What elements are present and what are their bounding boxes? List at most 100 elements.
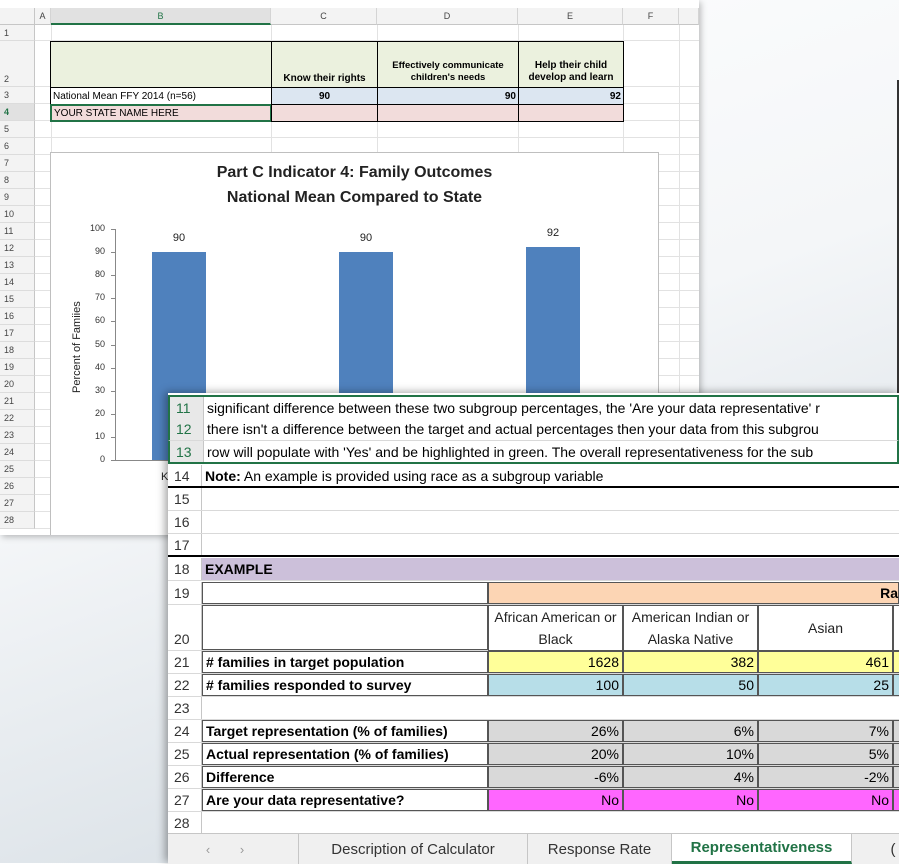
tab-next-partial[interactable]: ( [883,834,899,864]
tab-scroll-left-icon[interactable]: ‹ [198,834,218,864]
header-african-american[interactable]: African American or Black [488,605,623,651]
row-header-11[interactable]: 11 [170,397,204,418]
row-label[interactable]: Target representation (% of families) [202,720,488,742]
row4-value-e[interactable] [518,104,624,122]
value-cell[interactable]: No [623,789,758,811]
row-header-25[interactable]: 25 [168,743,202,765]
row-header-20[interactable]: 20 [0,376,35,393]
instruction-line-12[interactable]: there isn't a difference between the tar… [207,418,819,440]
value-cell[interactable]: 50 [623,674,758,696]
column-header-c[interactable]: C [271,8,377,25]
row-header-16[interactable]: 16 [0,308,35,325]
row-label[interactable]: # families responded to survey [202,674,488,696]
header-know-rights[interactable]: Know their rights [271,41,378,88]
row3-value-c[interactable]: 90 [271,87,378,105]
note-line[interactable]: Note: An example is provided using race … [205,465,603,486]
row3-value-d[interactable]: 90 [377,87,519,105]
row-header-25[interactable]: 25 [0,461,35,478]
column-header-a[interactable]: A [35,8,51,25]
row-header-2[interactable]: 2 [0,41,35,87]
value-cell[interactable]: 4% [623,766,758,788]
column-header-d[interactable]: D [377,8,518,25]
row-header-27[interactable]: 27 [0,495,35,512]
row-label[interactable]: Are your data representative? [202,789,488,811]
value-cell[interactable]: 7% [758,720,893,742]
row-header-15[interactable]: 15 [168,488,202,510]
header-american-indian[interactable]: American Indian or Alaska Native [623,605,758,651]
row-header-27[interactable]: 27 [168,789,202,811]
header-develop-learn[interactable]: Help their child develop and learn [518,41,624,88]
value-cell[interactable]: 25 [758,674,893,696]
value-cell[interactable]: 20% [488,743,623,765]
select-all-corner[interactable] [0,8,35,25]
value-cell[interactable]: No [758,789,893,811]
value-cell[interactable]: 461 [758,651,893,673]
tab-description-of-calculator[interactable]: Description of Calculator [298,834,528,864]
row3-value-e[interactable]: 92 [518,87,624,105]
row-header-17[interactable]: 17 [168,534,202,555]
row-label[interactable]: # families in target population [202,651,488,673]
example-band[interactable]: EXAMPLE [202,558,899,580]
tab-response-rate[interactable]: Response Rate [528,834,672,864]
row-header-20[interactable]: 20 [168,605,202,650]
row-header-11[interactable]: 11 [0,223,35,240]
row4-value-c[interactable] [271,104,378,122]
row-header-12[interactable]: 12 [0,240,35,257]
row-header-15[interactable]: 15 [0,291,35,308]
row-header-19[interactable]: 19 [168,582,202,604]
row-header-1[interactable]: 1 [0,25,35,41]
row-header-16[interactable]: 16 [168,511,202,533]
row-header-10[interactable]: 10 [0,206,35,223]
value-cell[interactable]: -6% [488,766,623,788]
row-header-3[interactable]: 3 [0,87,35,104]
value-cell[interactable]: 382 [623,651,758,673]
instruction-line-11[interactable]: significant difference between these two… [207,397,820,418]
value-cell-partial[interactable] [893,766,899,788]
column-header-f[interactable]: F [623,8,679,25]
row-header-24[interactable]: 24 [0,444,35,461]
row-header-8[interactable]: 8 [0,172,35,189]
row-header-22[interactable]: 22 [0,410,35,427]
label-cell-20[interactable] [202,605,488,650]
row-header-14[interactable]: 14 [0,274,35,291]
row-header-19[interactable]: 19 [0,359,35,376]
row3-label[interactable]: National Mean FFY 2014 (n=56) [50,87,272,105]
row-header-21[interactable]: 21 [168,651,202,673]
row-label[interactable]: Actual representation (% of families) [202,743,488,765]
value-cell-partial[interactable] [893,720,899,742]
row-header-12[interactable]: 12 [170,418,204,440]
row-header-26[interactable]: 26 [0,478,35,495]
value-cell[interactable]: 6% [623,720,758,742]
row-header-4[interactable]: 4 [0,104,35,121]
row-header-23[interactable]: 23 [0,427,35,444]
row-header-14[interactable]: 14 [168,465,202,486]
row-header-9[interactable]: 9 [0,189,35,206]
header-communicate[interactable]: Effectively communicate children's needs [377,41,519,88]
row-header-13[interactable]: 13 [170,441,204,462]
row-header-5[interactable]: 5 [0,121,35,138]
value-cell[interactable]: No [488,789,623,811]
tab-representativeness[interactable]: Representativeness [672,834,852,864]
row-header-13[interactable]: 13 [0,257,35,274]
value-cell-partial[interactable] [893,789,899,811]
value-cell-partial[interactable] [893,743,899,765]
row-header-21[interactable]: 21 [0,393,35,410]
value-cell[interactable]: 1628 [488,651,623,673]
column-header-b[interactable]: B [51,8,271,25]
row-header-28[interactable]: 28 [0,512,35,529]
row-header-28[interactable]: 28 [168,812,202,834]
row-label[interactable]: Difference [202,766,488,788]
value-cell[interactable]: 100 [488,674,623,696]
row-header-22[interactable]: 22 [168,674,202,696]
row-header-24[interactable]: 24 [168,720,202,742]
value-cell[interactable]: 10% [623,743,758,765]
row-header-26[interactable]: 26 [168,766,202,788]
row4-label[interactable]: YOUR STATE NAME HERE [50,104,272,122]
label-cell-19[interactable] [202,582,488,604]
column-header-g[interactable] [679,8,699,25]
instruction-line-13[interactable]: row will populate with 'Yes' and be high… [207,441,813,462]
table-corner-cell[interactable] [50,41,272,88]
row4-value-d[interactable] [377,104,519,122]
tab-scroll-right-icon[interactable]: › [232,834,252,864]
value-cell[interactable]: -2% [758,766,893,788]
